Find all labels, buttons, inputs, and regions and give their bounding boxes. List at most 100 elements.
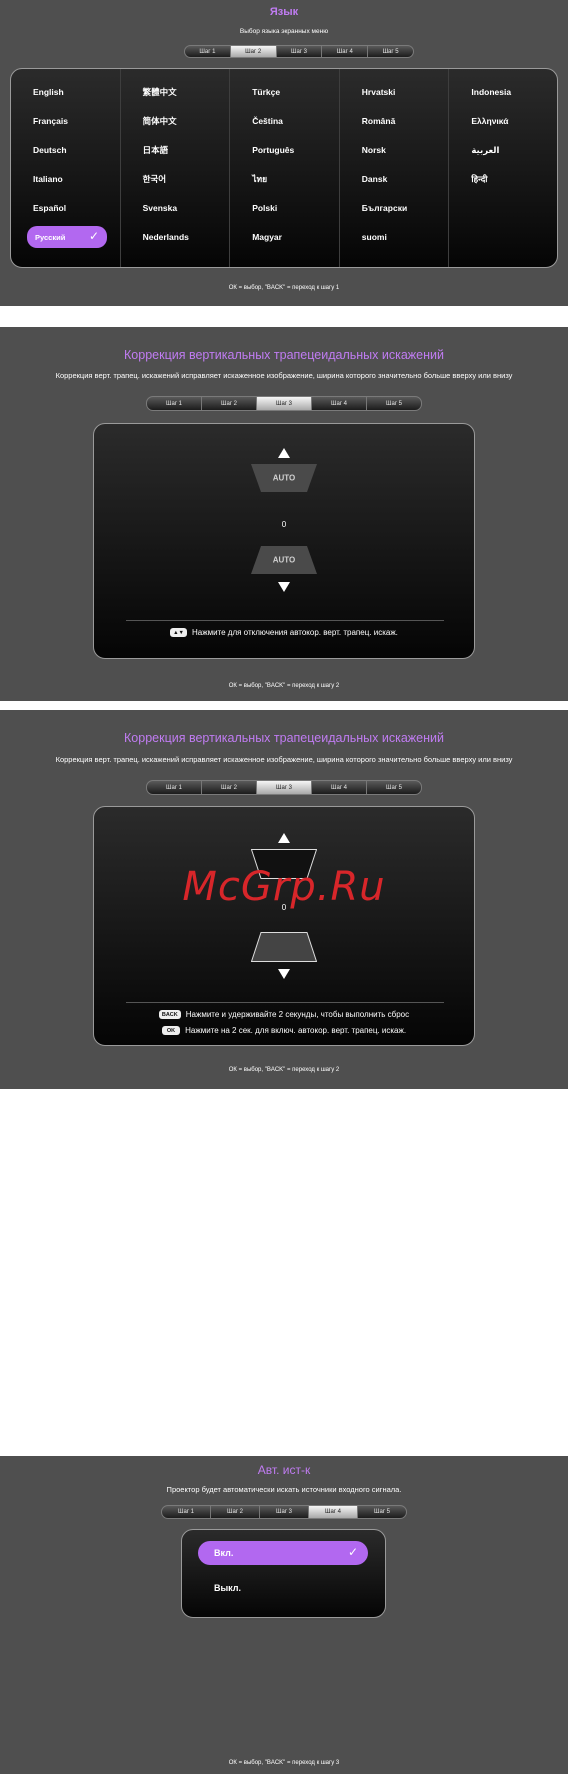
step-1: Шаг 1 xyxy=(147,781,202,794)
language-option[interactable]: Български xyxy=(340,197,449,219)
language-label: हिन्दी xyxy=(471,173,488,184)
language-option[interactable]: Hrvatski xyxy=(340,81,449,103)
divider xyxy=(126,1002,444,1003)
language-option[interactable]: Čeština xyxy=(230,110,339,132)
step-3: Шаг 3 xyxy=(277,46,323,57)
language-column: Hrvatski Română Norsk Dansk Български suomi xyxy=(340,69,450,267)
arrow-up-icon[interactable] xyxy=(278,448,290,458)
language-option[interactable]: Türkçe xyxy=(230,81,339,103)
language-label: Dansk xyxy=(361,174,388,184)
language-label: Română xyxy=(361,116,396,126)
language-option[interactable]: Русский ✓ xyxy=(27,226,107,248)
arrow-up-icon[interactable] xyxy=(278,833,290,843)
step-indicator: Шаг 1 Шаг 2 Шаг 3 Шаг 4 Шаг 5 xyxy=(161,1505,407,1519)
step-indicator: Шаг 1 Шаг 2 Шаг 3 Шаг 4 Шаг 5 xyxy=(146,396,422,411)
language-option[interactable]: Svenska xyxy=(121,197,230,219)
auto-label: AUTO xyxy=(272,473,296,483)
language-option[interactable]: Norsk xyxy=(340,139,449,161)
language-option[interactable]: Nederlands xyxy=(121,226,230,248)
page-subtitle: Коррекция верт. трапец. искажений исправ… xyxy=(55,371,513,380)
auto-bottom-button[interactable]: AUTO xyxy=(251,546,317,574)
language-column: Indonesia Ελληνικά العربية हिन्दी xyxy=(449,69,559,267)
language-label: Español xyxy=(33,203,67,213)
language-option[interactable]: العربية xyxy=(449,139,559,161)
page-title: Коррекция вертикальных трапецеидальных и… xyxy=(124,731,444,745)
footer-hint: ОК = выбор, "BACK" = переход к шагу 2 xyxy=(228,1067,340,1073)
trapezoid-bottom-icon xyxy=(251,932,317,962)
language-option[interactable]: 繁體中文 xyxy=(121,81,230,103)
language-label: Deutsch xyxy=(33,145,67,155)
language-label: ไทย xyxy=(252,174,268,184)
language-option[interactable]: Polski xyxy=(230,197,339,219)
language-label: Türkçe xyxy=(252,87,281,97)
step-4: Шаг 4 xyxy=(309,1506,358,1518)
language-option[interactable]: Deutsch xyxy=(11,139,120,161)
arrow-down-icon[interactable] xyxy=(278,582,290,592)
hint-row-back: BACK Нажмите и удерживайте 2 секунды, чт… xyxy=(94,1010,474,1019)
language-option[interactable]: Español xyxy=(11,197,120,219)
page-title: Коррекция вертикальных трапецеидальных и… xyxy=(124,348,444,362)
step-indicator: Шаг 1 Шаг 2 Шаг 3 Шаг 4 Шаг 5 xyxy=(184,45,414,58)
language-option[interactable]: ไทย xyxy=(230,168,339,190)
option-label: Выкл. xyxy=(214,1583,242,1593)
keystone-value: 0 xyxy=(281,520,287,529)
hint-text: Нажмите для отключения автокор. верт. тр… xyxy=(192,628,398,637)
language-option[interactable]: Italiano xyxy=(11,168,120,190)
language-option[interactable]: Română xyxy=(340,110,449,132)
language-label: Português xyxy=(252,145,295,155)
language-panel: Язык Выбор языка экранных меню Шаг 1 Шаг… xyxy=(0,0,568,306)
language-grid: English Français Deutsch Italiano Español Рус… xyxy=(10,68,558,268)
language-label: suomi xyxy=(361,232,387,242)
footer-hint: ОК = выбор, "BACK" = переход к шагу 3 xyxy=(228,1760,340,1766)
language-label: Indonesia xyxy=(471,87,512,97)
language-option[interactable]: English xyxy=(11,81,120,103)
language-label: Čeština xyxy=(252,116,283,126)
page-subtitle: Выбор языка экранных меню xyxy=(239,28,329,35)
hint-text: Нажмите на 2 сек. для включ. автокор. ве… xyxy=(185,1026,407,1035)
language-option[interactable]: Français xyxy=(11,110,120,132)
language-label: Nederlands xyxy=(142,232,189,242)
language-label: Polski xyxy=(252,203,278,213)
keystone-auto-box: AUTO 0 AUTO ▲▼ Нажмите для отключения ав… xyxy=(93,423,475,659)
language-option[interactable]: 한국어 xyxy=(121,168,230,190)
divider xyxy=(126,620,444,621)
step-3: Шаг 3 xyxy=(257,397,312,410)
page-title: Язык xyxy=(269,6,299,18)
step-2: Шаг 2 xyxy=(230,46,277,57)
arrow-down-icon[interactable] xyxy=(278,969,290,979)
checkmark-icon: ✓ xyxy=(347,1545,358,1559)
step-4: Шаг 4 xyxy=(312,781,367,794)
language-label: 한국어 xyxy=(142,174,167,184)
footer-hint: ОК = выбор, "BACK" = переход к шагу 2 xyxy=(228,683,340,689)
step-1: Шаг 1 xyxy=(147,397,202,410)
step-5: Шаг 5 xyxy=(385,784,403,791)
language-option[interactable]: suomi xyxy=(340,226,449,248)
options-box: Вкл. ✓ Выкл. xyxy=(181,1529,386,1618)
step-2: Шаг 2 xyxy=(202,781,257,794)
language-option[interactable]: हिन्दी xyxy=(449,168,559,190)
language-column: 繁體中文简体中文日本語 한국어 Svenska Nederlands xyxy=(121,69,231,267)
option-on[interactable]: Вкл. ✓ xyxy=(198,1541,368,1565)
page-subtitle: Коррекция верт. трапец. искажений исправ… xyxy=(55,755,513,764)
hint-text: Нажмите и удерживайте 2 секунды, чтобы в… xyxy=(185,1010,410,1019)
step-1: Шаг 1 xyxy=(185,46,231,57)
language-label: 简体中文 xyxy=(142,116,177,126)
language-label: Français xyxy=(33,116,68,126)
step-4: Шаг 4 xyxy=(312,397,367,410)
language-option[interactable]: Ελληνικά xyxy=(449,110,559,132)
language-label: Svenska xyxy=(142,203,178,213)
keystone-manual-box: 0 BACK Нажмите и удерживайте 2 секунды, … xyxy=(93,806,475,1046)
step-1: Шаг 1 xyxy=(162,1506,211,1518)
language-option[interactable]: Indonesia xyxy=(449,81,559,103)
language-option[interactable]: 日本語 xyxy=(121,139,230,161)
language-label: Ελληνικά xyxy=(471,116,509,126)
keystone-auto-panel: Коррекция вертикальных трапецеидальных и… xyxy=(0,327,568,701)
language-label: Magyar xyxy=(252,232,282,242)
option-off[interactable]: Выкл. xyxy=(198,1576,368,1600)
language-option[interactable]: Português xyxy=(230,139,339,161)
auto-top-button[interactable]: AUTO xyxy=(251,464,317,492)
language-option[interactable]: Dansk xyxy=(340,168,449,190)
footer-hint: ОК = выбор, "BACK" = переход к шагу 1 xyxy=(228,285,340,291)
language-option[interactable]: 简体中文 xyxy=(121,110,230,132)
language-option[interactable]: Magyar xyxy=(230,226,339,248)
